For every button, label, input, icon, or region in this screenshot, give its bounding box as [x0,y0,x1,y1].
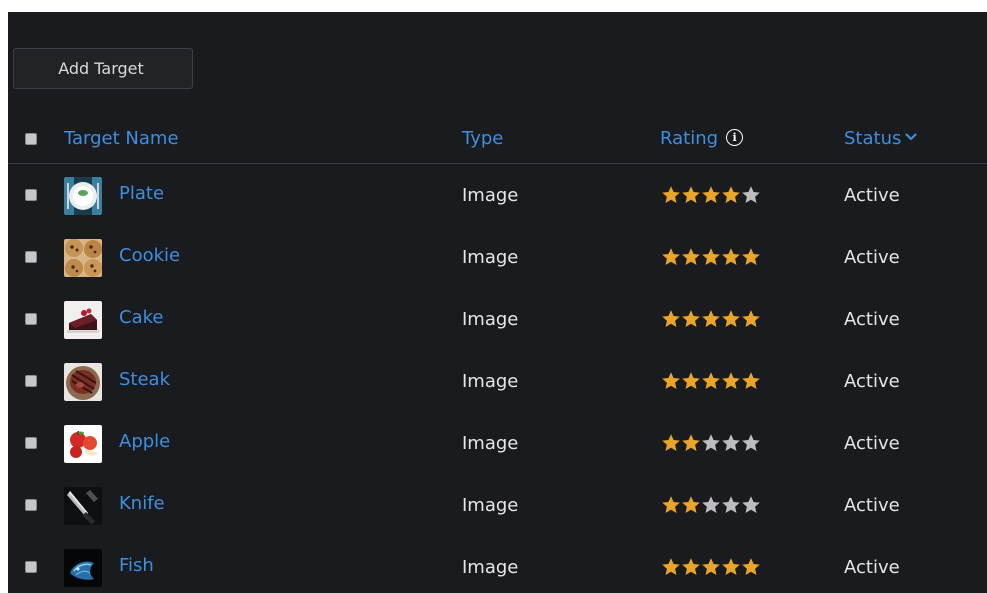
column-header-status-label: Status [844,128,902,149]
star-filled-icon [662,310,680,327]
star-filled-icon [682,558,700,575]
star-empty-icon [722,434,740,451]
star-rating [661,557,761,577]
table-row[interactable]: Cake Image Active [8,288,987,350]
star-filled-icon [702,310,720,327]
row-checkbox[interactable] [25,189,37,201]
target-name-link[interactable]: Apple [119,431,170,452]
target-type: Image [462,185,519,206]
table-header: Target Name Type Rating i Status [8,119,987,164]
star-rating [661,185,761,205]
column-header-target-name[interactable]: Target Name [64,119,179,159]
target-type: Image [462,495,519,516]
star-filled-icon [742,372,760,389]
star-filled-icon [722,186,740,203]
star-filled-icon [682,434,700,451]
target-name-link[interactable]: Steak [119,369,170,390]
star-filled-icon [742,248,760,265]
row-checkbox[interactable] [25,437,37,449]
table-row[interactable]: Apple Image Active [8,412,987,474]
column-header-status[interactable]: Status [844,119,917,159]
cookie-thumbnail [64,239,102,277]
table-row[interactable]: Fish Image Active [8,536,987,593]
row-checkbox[interactable] [25,251,37,263]
target-type: Image [462,247,519,268]
star-rating [661,495,761,515]
plate-thumbnail [64,177,102,215]
star-filled-icon [682,248,700,265]
target-status: Active [844,309,900,330]
target-name-link[interactable]: Knife [119,493,165,514]
row-checkbox[interactable] [25,375,37,387]
target-status: Active [844,433,900,454]
star-filled-icon [742,558,760,575]
target-status: Active [844,371,900,392]
steak-thumbnail [64,363,102,401]
star-filled-icon [702,558,720,575]
star-filled-icon [722,310,740,327]
star-empty-icon [742,496,760,513]
star-filled-icon [722,372,740,389]
star-filled-icon [742,310,760,327]
star-empty-icon [702,434,720,451]
add-target-button[interactable]: Add Target [13,48,193,89]
star-rating [661,309,761,329]
target-name-link[interactable]: Fish [119,555,154,576]
column-header-rating[interactable]: Rating i [660,119,744,159]
column-header-type[interactable]: Type [462,119,503,159]
star-rating [661,371,761,391]
target-name-link[interactable]: Cake [119,307,163,328]
target-type: Image [462,557,519,578]
star-rating [661,433,761,453]
table-row[interactable]: Knife Image Active [8,474,987,536]
target-status: Active [844,247,900,268]
info-icon[interactable]: i [726,128,744,146]
star-filled-icon [702,372,720,389]
star-empty-icon [722,496,740,513]
star-empty-icon [742,186,760,203]
table-row[interactable]: Cookie Image Active [8,226,987,288]
star-filled-icon [662,248,680,265]
star-filled-icon [682,496,700,513]
select-all-checkbox[interactable] [25,133,37,145]
star-filled-icon [682,310,700,327]
star-filled-icon [702,248,720,265]
star-filled-icon [682,372,700,389]
star-filled-icon [722,248,740,265]
column-header-type-label: Type [462,128,504,149]
star-empty-icon [742,434,760,451]
apple-thumbnail [64,425,102,463]
row-checkbox[interactable] [25,313,37,325]
star-filled-icon [702,186,720,203]
target-status: Active [844,557,900,578]
star-filled-icon [682,186,700,203]
cake-thumbnail [64,301,102,339]
fish-thumbnail [64,549,102,587]
targets-panel: Add Target Target Name Type Rating i Stat… [8,12,987,593]
target-type: Image [462,433,519,454]
target-status: Active [844,495,900,516]
star-filled-icon [662,558,680,575]
chevron-down-icon [905,133,917,141]
star-filled-icon [722,558,740,575]
target-status: Active [844,185,900,206]
row-checkbox[interactable] [25,561,37,573]
star-filled-icon [662,496,680,513]
target-type: Image [462,309,519,330]
target-name-link[interactable]: Plate [119,183,164,204]
column-header-target-name-label: Target Name [64,128,179,149]
star-empty-icon [702,496,720,513]
row-checkbox[interactable] [25,499,37,511]
table-row[interactable]: Plate Image Active [8,164,987,226]
star-filled-icon [662,186,680,203]
star-filled-icon [662,372,680,389]
column-header-rating-label: Rating [660,128,719,149]
target-type: Image [462,371,519,392]
star-rating [661,247,761,267]
knife-thumbnail [64,487,102,525]
star-filled-icon [662,434,680,451]
target-name-link[interactable]: Cookie [119,245,180,266]
table-row[interactable]: Steak Image Active [8,350,987,412]
